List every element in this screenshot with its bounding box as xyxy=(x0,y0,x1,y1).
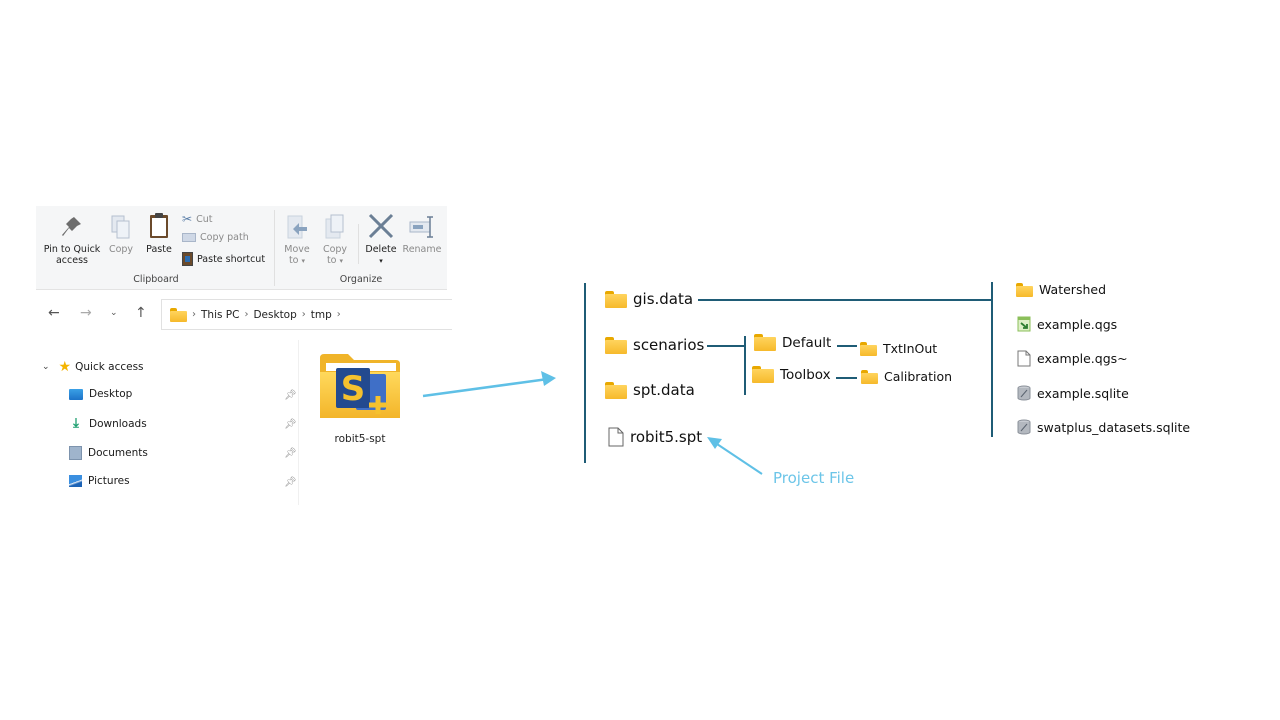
scenarios-children-line xyxy=(744,336,746,395)
gis-data-connector xyxy=(698,299,992,301)
example-qgs-label: example.qgs xyxy=(1037,316,1118,332)
scenarios-label: scenarios xyxy=(633,336,705,354)
example-qgs-backup-label: example.qgs~ xyxy=(1037,351,1128,366)
file-icon xyxy=(608,427,624,447)
gis-children-line xyxy=(991,282,993,437)
tree-item-scenarios: scenarios xyxy=(605,336,704,354)
default-connector xyxy=(837,345,857,347)
tree-item-example-qgs: example.qgs xyxy=(1017,316,1117,332)
expand-arrow-head xyxy=(541,371,556,386)
tree-item-gis-data: gis.data xyxy=(605,290,693,308)
watershed-label: Watershed xyxy=(1039,282,1107,297)
folder-icon xyxy=(754,334,776,351)
folder-icon xyxy=(861,369,878,384)
folder-icon xyxy=(752,366,774,383)
project-file-arrow-head xyxy=(707,437,722,449)
database-icon xyxy=(1017,419,1031,435)
spt-data-label: spt.data xyxy=(633,381,695,399)
folder-icon xyxy=(605,381,627,399)
example-sqlite-label: example.sqlite xyxy=(1037,385,1129,401)
scenarios-connector xyxy=(707,345,745,347)
toolbox-label: Toolbox xyxy=(780,366,831,383)
tree-item-example-sqlite: example.sqlite xyxy=(1017,385,1129,401)
tree-item-robit5-spt: robit5.spt xyxy=(608,427,702,447)
tree-item-swatplus-datasets-sqlite: swatplus_datasets.sqlite xyxy=(1017,419,1190,435)
folder-icon xyxy=(1016,282,1033,297)
robit5-spt-label: robit5.spt xyxy=(630,428,703,446)
tree-item-toolbox: Toolbox xyxy=(752,366,831,383)
tree-item-watershed: Watershed xyxy=(1016,282,1106,297)
tree-item-calibration: Calibration xyxy=(861,369,952,384)
toolbox-connector xyxy=(836,377,857,379)
project-file-annotation: Project File xyxy=(773,469,855,487)
tree-root-line xyxy=(584,283,586,463)
database-icon xyxy=(1017,385,1031,401)
swatplus-datasets-sqlite-label: swatplus_datasets.sqlite xyxy=(1037,419,1191,435)
project-file-arrow-line xyxy=(713,441,763,475)
tree-item-example-qgs-backup: example.qgs~ xyxy=(1017,350,1128,367)
tree-item-txtinout: TxtInOut xyxy=(860,341,937,356)
default-label: Default xyxy=(782,334,832,351)
calibration-label: Calibration xyxy=(884,369,953,384)
folder-icon xyxy=(860,341,877,356)
folder-icon xyxy=(605,290,627,308)
tree-item-default: Default xyxy=(754,334,831,351)
qgis-file-icon xyxy=(1017,316,1031,332)
txtinout-label: TxtInOut xyxy=(883,341,938,356)
tree-item-spt-data: spt.data xyxy=(605,381,695,399)
expand-arrow-line xyxy=(422,377,549,398)
gis-data-label: gis.data xyxy=(633,290,694,308)
file-icon xyxy=(1017,350,1031,367)
folder-icon xyxy=(605,336,627,354)
